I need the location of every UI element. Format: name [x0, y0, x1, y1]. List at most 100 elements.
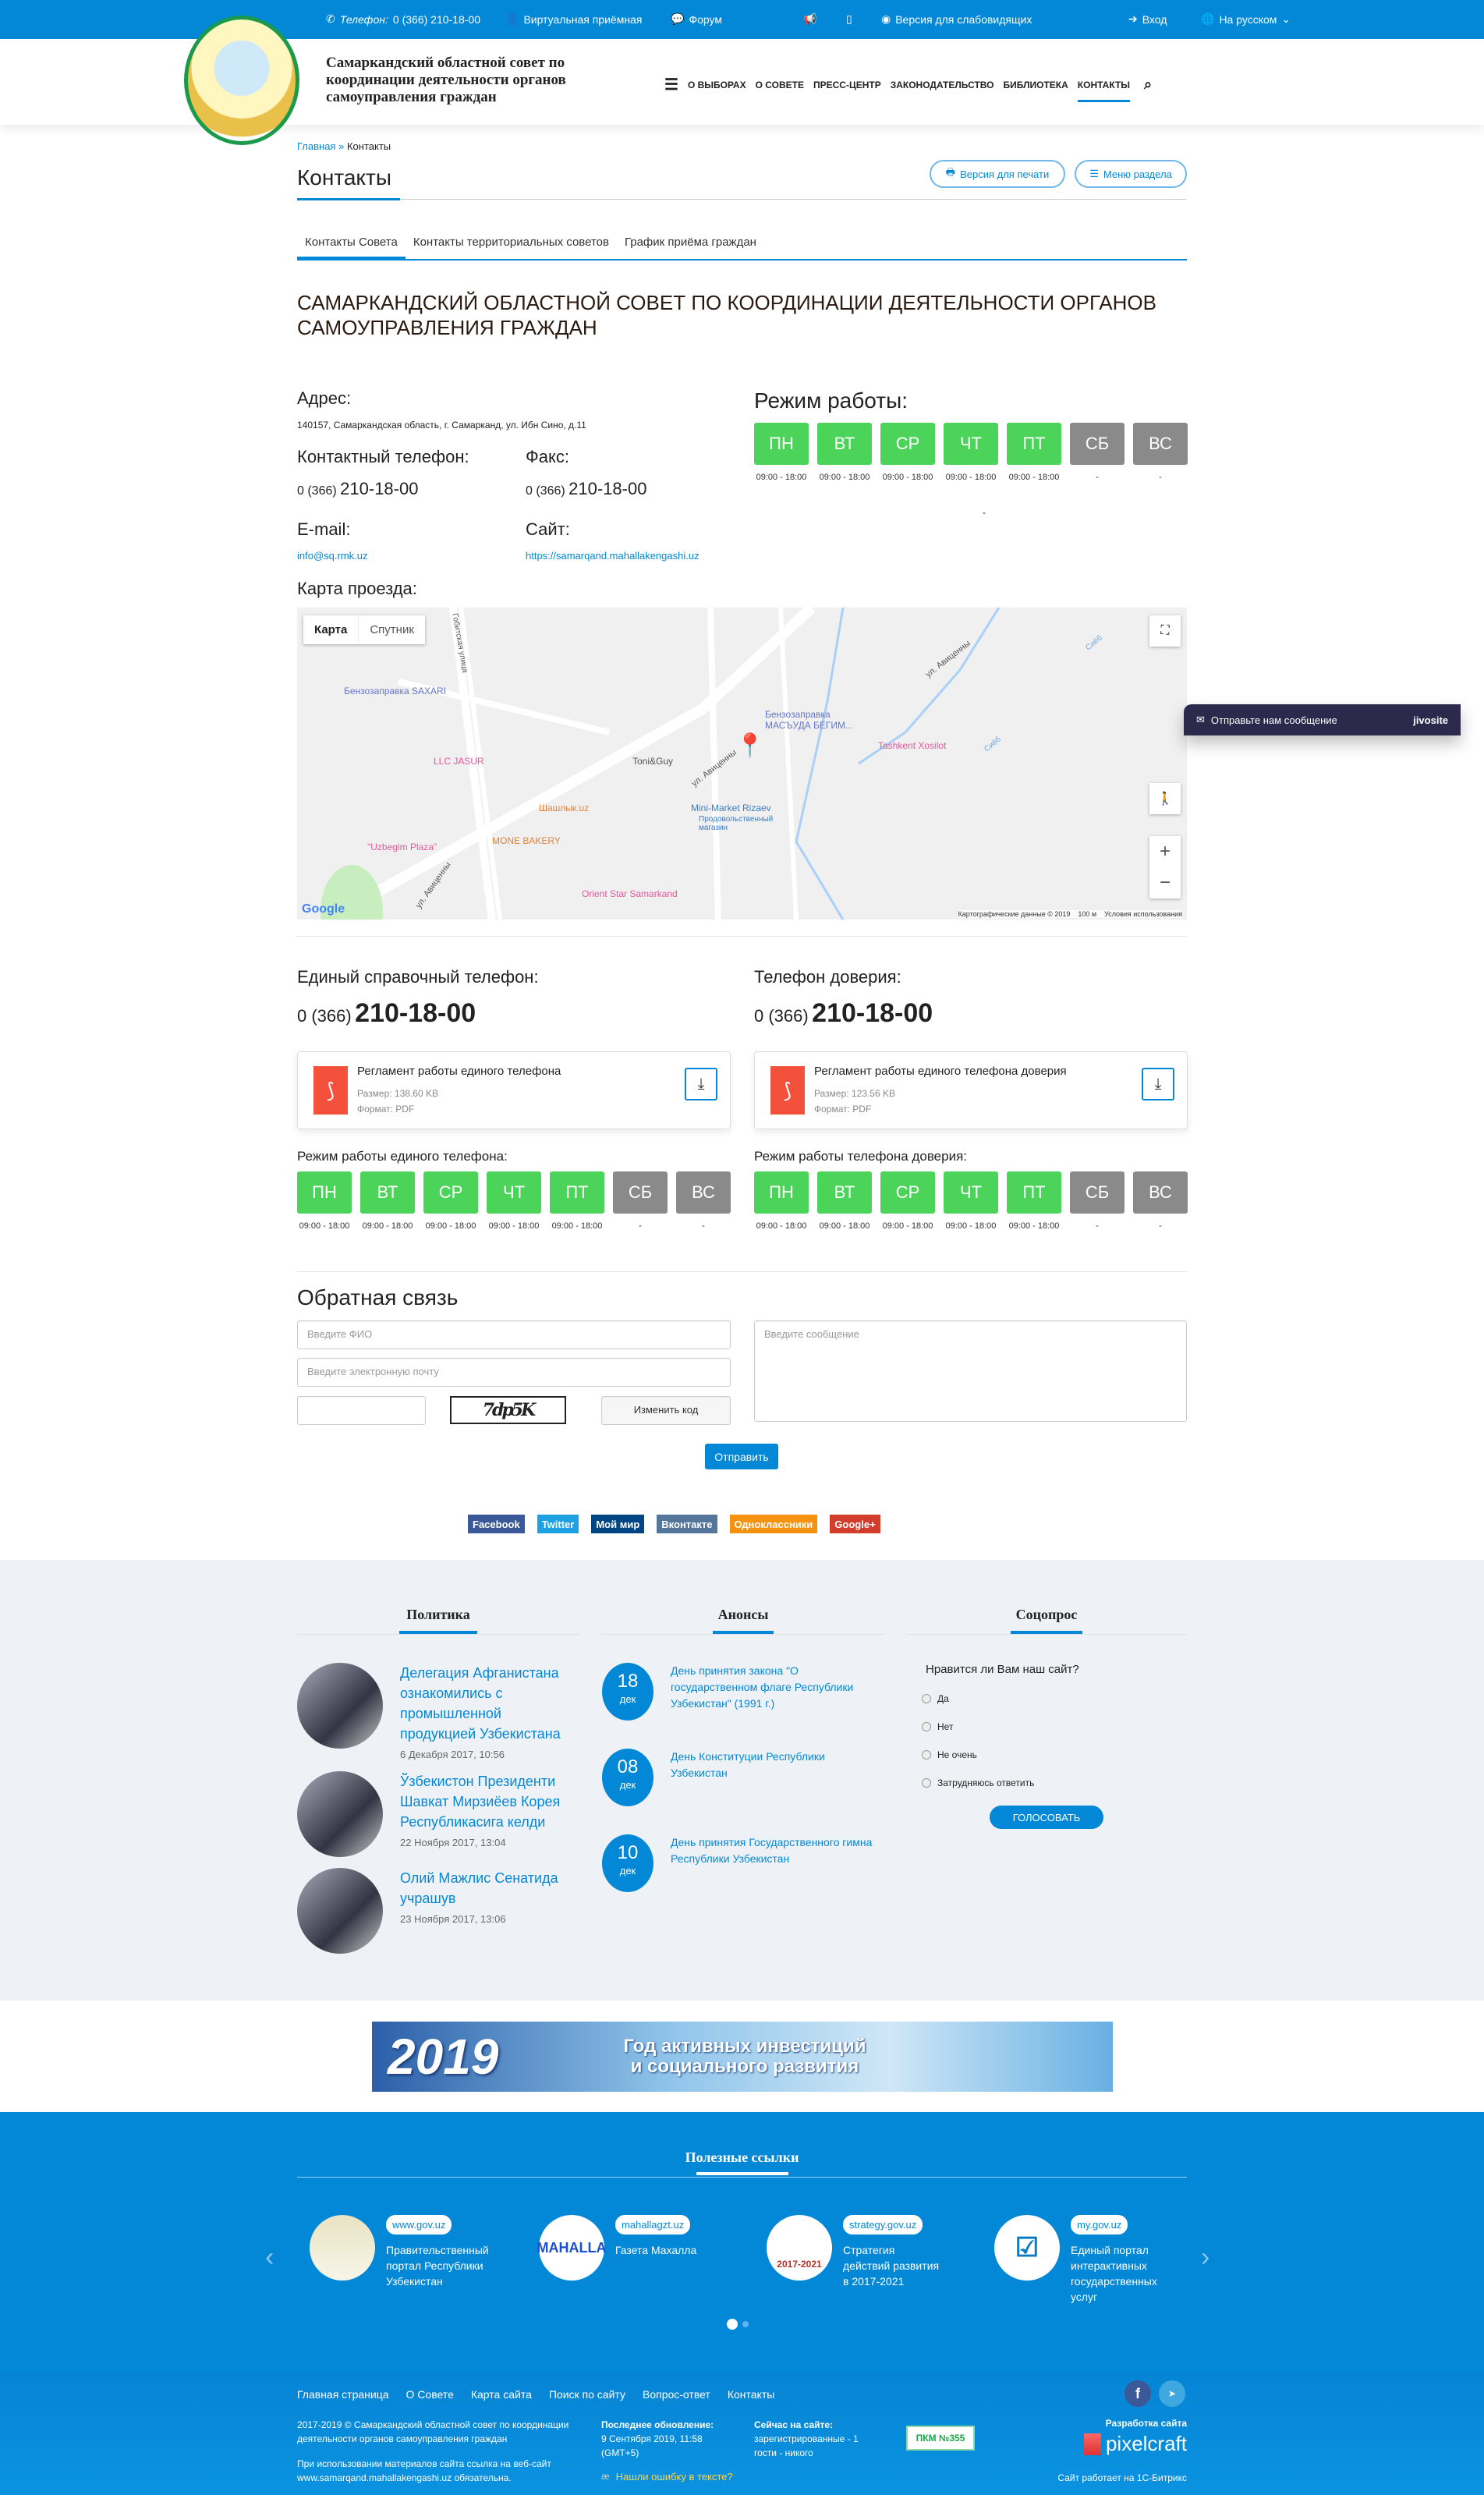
useful-link[interactable]: MAHALLA mahallagzt.uz Газета Махалла	[537, 2215, 713, 2281]
share-вконтакте[interactable]: Вконтакте	[657, 1515, 717, 1533]
news-image[interactable]	[297, 1868, 383, 1954]
share-одноклассники[interactable]: Одноклассники	[729, 1515, 818, 1533]
footer-link[interactable]: О Совете	[406, 2388, 454, 2401]
telegram-icon[interactable]: ➤	[1159, 2380, 1185, 2407]
map-marker-icon[interactable]: 📍	[735, 732, 764, 760]
share-facebook[interactable]: Facebook	[468, 1515, 525, 1533]
tab-council-contacts[interactable]: Контакты Совета	[297, 234, 406, 260]
footer-link[interactable]: Главная страница	[297, 2388, 389, 2401]
message-textarea[interactable]: Введите сообщение	[754, 1320, 1187, 1422]
pegman-icon[interactable]: 🚶	[1149, 783, 1181, 814]
tab-reception-schedule[interactable]: График приёма граждан	[617, 234, 764, 259]
carousel-prev-icon[interactable]: ‹	[265, 2242, 274, 2273]
zoom-out-icon[interactable]: −	[1149, 867, 1181, 898]
change-captcha-button[interactable]: Изменить код	[601, 1396, 731, 1425]
radio-button[interactable]	[922, 1694, 931, 1703]
news-title[interactable]: Делегация Афганистана ознакомились с про…	[400, 1663, 579, 1744]
forum-link[interactable]: 💬 Форум	[671, 12, 722, 26]
map-place[interactable]: Orient Star Samarkand	[582, 888, 678, 899]
document-title[interactable]: Регламент работы единого телефона довери…	[814, 1065, 1067, 1078]
announcement-title[interactable]: День Конституции Республики Узбекистан	[671, 1749, 884, 1806]
map-place[interactable]: Бензозаправка МАСЪУДА БЕГИМ...	[765, 709, 859, 731]
map-place[interactable]: Шашлык.uz	[539, 803, 589, 813]
document-title[interactable]: Регламент работы единого телефона	[357, 1065, 561, 1078]
news-image[interactable]	[297, 1663, 383, 1749]
footer-link[interactable]: Поиск по сайту	[549, 2388, 625, 2401]
print-button[interactable]: 🖶 Версия для печати	[930, 160, 1065, 188]
tab-territorial-contacts[interactable]: Контакты территориальных советов	[406, 234, 617, 259]
carousel-dot[interactable]	[742, 2321, 749, 2327]
poll-option[interactable]: Затрудняюсь ответить	[922, 1777, 1187, 1788]
map-type-map[interactable]: Карта	[303, 615, 359, 644]
map-place[interactable]: "Uzbegim Plaza"	[367, 842, 437, 852]
fullscreen-icon[interactable]: ⛶	[1149, 615, 1181, 647]
radio-button[interactable]	[922, 1750, 931, 1760]
nav-contacts[interactable]: КОНТАКТЫ	[1077, 80, 1131, 102]
news-title[interactable]: Ўзбекистон Президенти Шавкат Мирзиёев Ко…	[400, 1771, 579, 1832]
site-logo[interactable]	[184, 16, 299, 145]
hamburger-icon[interactable]: ☰	[664, 75, 678, 94]
download-icon[interactable]: ⤓	[685, 1068, 717, 1100]
nav-library[interactable]: БИБЛИОТЕКА	[1004, 80, 1068, 90]
nav-about[interactable]: О СОВЕТЕ	[756, 80, 804, 90]
phone-label: Телефон:	[339, 12, 388, 26]
site-link[interactable]: https://samarqand.mahallakengashi.uz	[526, 550, 699, 562]
mobile-icon[interactable]: ▯	[846, 12, 852, 26]
captcha-input[interactable]	[297, 1396, 426, 1425]
year-banner[interactable]: 2019 Год активных инвестиций и социальног…	[372, 2022, 1113, 2092]
map-place[interactable]: Tashkent Xosilot	[878, 740, 946, 751]
carousel-dot-active[interactable]	[727, 2319, 738, 2330]
share-мой-мир[interactable]: Мой мир	[591, 1515, 645, 1533]
download-icon[interactable]: ⤓	[1142, 1068, 1174, 1100]
useful-link[interactable]: www.gov.uz Правительственный портал Респу…	[310, 2215, 489, 2289]
news-image[interactable]	[297, 1771, 383, 1857]
map-place[interactable]: Бензозаправка SAXARI	[344, 686, 446, 696]
jivosite-chat-widget[interactable]: ✉ Отправьте нам сообщение jivosite	[1184, 704, 1461, 735]
language-select[interactable]: 🌐 На русском ⌄	[1201, 12, 1291, 26]
carousel-next-icon[interactable]: ›	[1201, 2242, 1210, 2273]
map-type-satellite[interactable]: Спутник	[359, 615, 425, 644]
footer-link[interactable]: Карта сайта	[471, 2388, 532, 2401]
email-link[interactable]: info@sq.rmk.uz	[297, 550, 368, 562]
megaphone-icon[interactable]: 📢	[803, 12, 816, 26]
map-place[interactable]: Toni&Guy	[632, 756, 673, 767]
nav-elections[interactable]: О ВЫБОРАХ	[688, 80, 746, 90]
low-vision-link[interactable]: ◉ Версия для слабовидящих	[881, 12, 1032, 26]
poll-option[interactable]: Нет	[922, 1721, 1187, 1732]
useful-link[interactable]: ☑ my.gov.uz Единый портал интерактивных го…	[994, 2215, 1168, 2305]
typo-report-link[interactable]: Нашли ошибку в тексте?	[616, 2471, 733, 2483]
map[interactable]: Карта Спутник Бензозаправка SAXARI Бензо…	[297, 608, 1187, 920]
radio-button[interactable]	[922, 1722, 931, 1731]
useful-link[interactable]: 2017-2021 strategy.gov.uz Стратегия действ…	[767, 2215, 940, 2289]
radio-button[interactable]	[922, 1778, 931, 1788]
map-place[interactable]: Mini-Market Rizaev	[691, 803, 771, 813]
vote-button[interactable]: ГОЛОСОВАТЬ	[990, 1806, 1103, 1829]
login-link[interactable]: ➔ Вход	[1128, 12, 1167, 26]
email-input[interactable]: Введите электронную почту	[297, 1358, 731, 1387]
map-terms-link[interactable]: Условия использования	[1104, 910, 1182, 918]
map-place[interactable]: LLC JASUR	[434, 756, 484, 767]
poll-option[interactable]: Не очень	[922, 1749, 1187, 1760]
typo-report[interactable]: æ Нашли ошибку в тексте?	[601, 2471, 733, 2483]
facebook-icon[interactable]: f	[1125, 2380, 1151, 2407]
section-menu-button[interactable]: ☰ Меню раздела	[1075, 160, 1187, 188]
news-title[interactable]: Олий Мажлис Сенатида учрашув	[400, 1868, 579, 1908]
zoom-in-icon[interactable]: +	[1149, 836, 1181, 867]
poll-option[interactable]: Да	[922, 1693, 1187, 1704]
footer-link[interactable]: Контакты	[728, 2388, 774, 2401]
search-icon[interactable]: ⌕	[1144, 76, 1152, 93]
submit-button[interactable]: Отправить	[705, 1444, 778, 1469]
announcement-title[interactable]: День принятия Государственного гимна Рес…	[671, 1834, 884, 1892]
breadcrumb-home[interactable]: Главная	[297, 140, 335, 152]
nav-press[interactable]: ПРЕСС-ЦЕНТР	[813, 80, 881, 90]
nav-legislation[interactable]: ЗАКОНОДАТЕЛЬСТВО	[891, 80, 994, 90]
virtual-reception-link[interactable]: 👤 Виртуальная приёмная	[505, 12, 642, 26]
name-input[interactable]: Введите ФИО	[297, 1320, 731, 1349]
map-place[interactable]: MONE BAKERY	[492, 835, 561, 846]
pkm-badge[interactable]: ПКМ №355	[906, 2426, 975, 2451]
announcement-title[interactable]: День принятия закона "О государственном …	[671, 1663, 884, 1721]
share-google-[interactable]: Google+	[830, 1515, 880, 1533]
footer-link[interactable]: Вопрос-ответ	[643, 2388, 710, 2401]
pixelcraft-logo[interactable]: pixelcraft	[1083, 2432, 1187, 2456]
share-twitter[interactable]: Twitter	[537, 1515, 579, 1533]
